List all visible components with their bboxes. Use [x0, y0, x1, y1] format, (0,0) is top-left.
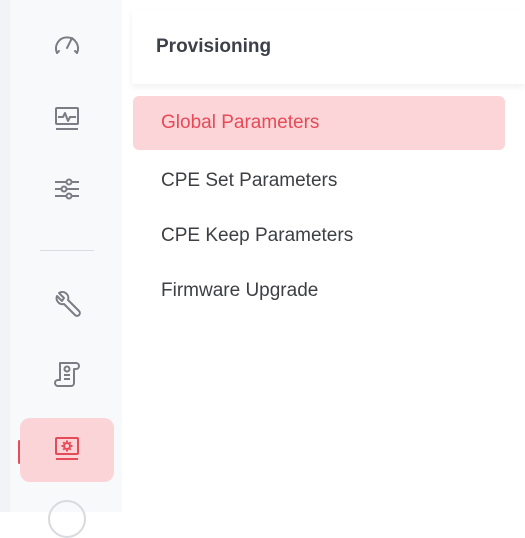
sidebar-divider [40, 250, 94, 251]
menu-item-label: Global Parameters [161, 112, 320, 133]
menu-item-cpe-keep-parameters[interactable]: CPE Keep Parameters [133, 209, 505, 263]
menu-item-label: CPE Keep Parameters [161, 225, 354, 246]
menu-item-label: CPE Set Parameters [161, 170, 338, 191]
sidebar-item-logs[interactable] [20, 344, 114, 408]
sidebar-item-provisioning[interactable] [20, 418, 114, 482]
sidebar-item-settings[interactable] [20, 158, 114, 222]
sidebar-item-monitoring[interactable] [20, 88, 114, 152]
provisioning-gear-monitor-icon [50, 431, 84, 470]
sidebar-item-dashboard[interactable] [20, 14, 114, 78]
sliders-icon [50, 171, 84, 210]
panel-header: Provisioning [132, 10, 525, 84]
menu-item-global-parameters[interactable]: Global Parameters [133, 96, 505, 150]
scroll-document-icon [50, 357, 84, 396]
icon-sidebar [0, 0, 123, 538]
gauge-icon [50, 27, 84, 66]
menu-item-firmware-upgrade[interactable]: Firmware Upgrade [133, 264, 505, 318]
menu-item-cpe-set-parameters[interactable]: CPE Set Parameters [133, 154, 505, 208]
sidebar-item-partial[interactable] [48, 500, 86, 538]
page-title: Provisioning [156, 36, 272, 57]
wrench-icon [50, 287, 84, 326]
sidebar-item-tools[interactable] [20, 274, 114, 338]
monitor-pulse-icon [50, 101, 84, 140]
provisioning-panel: Provisioning Global Parameters CPE Set P… [122, 0, 525, 512]
menu-item-label: Firmware Upgrade [161, 280, 319, 301]
